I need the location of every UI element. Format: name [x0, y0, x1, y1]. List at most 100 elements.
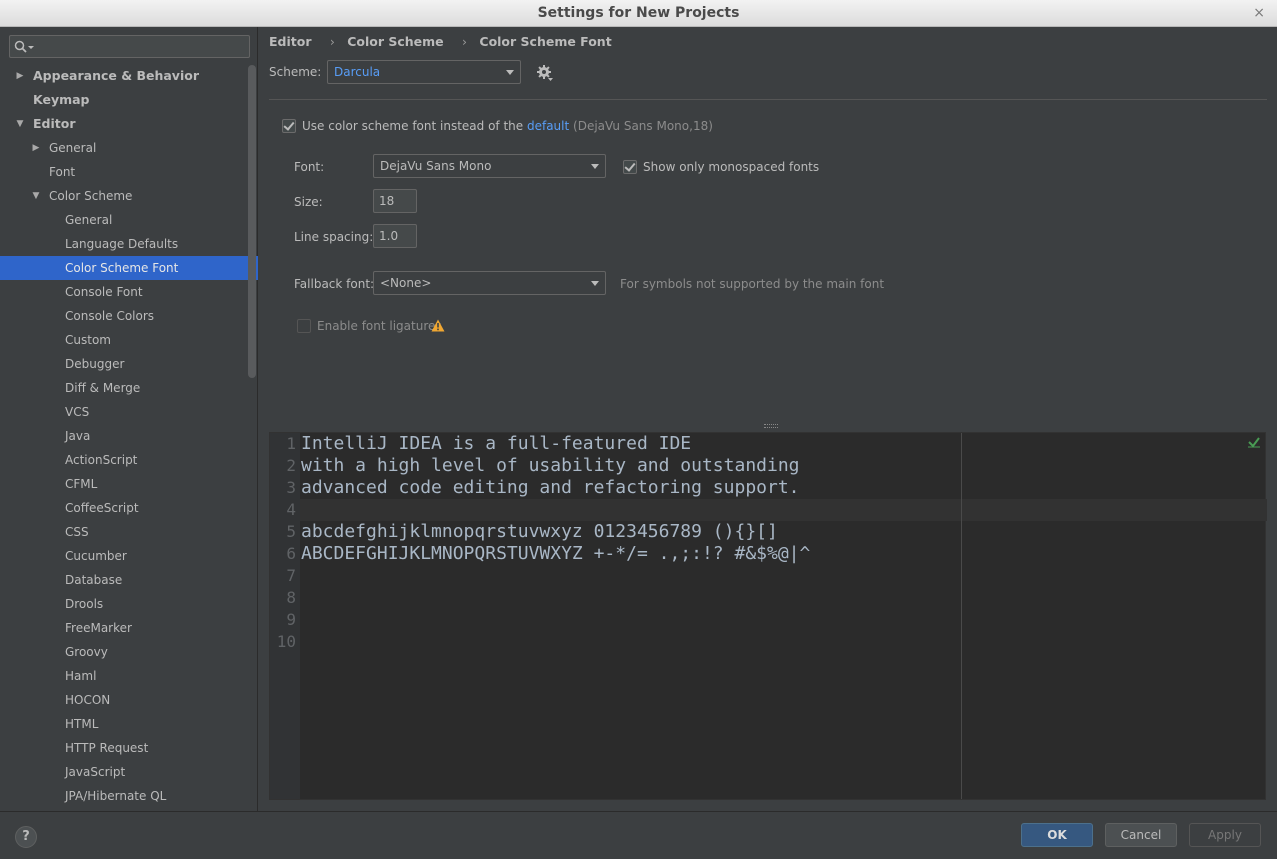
sidebar-item-editor[interactable]: ▼ Editor — [0, 112, 258, 136]
code-line: advanced code editing and refactoring su… — [301, 477, 800, 498]
sidebar-item-label: HOCON — [65, 693, 111, 707]
sidebar-item-label: Diff & Merge — [65, 381, 141, 395]
size-value: 18 — [379, 194, 395, 208]
ok-button[interactable]: OK — [1021, 823, 1093, 847]
chevron-right-icon[interactable]: ▶ — [30, 136, 42, 160]
sidebar-item-appearance-behavior[interactable]: ▶ Appearance & Behavior — [0, 64, 258, 88]
sidebar-item-haml[interactable]: Haml — [0, 664, 258, 688]
use-scheme-font-text: Use color scheme font instead of the — [302, 119, 527, 133]
sidebar-item-label: ActionScript — [65, 453, 138, 467]
sidebar-item-java[interactable]: Java — [0, 424, 258, 448]
sidebar-item-freemarker[interactable]: FreeMarker — [0, 616, 258, 640]
chevron-down-icon[interactable]: ▼ — [30, 184, 42, 208]
main-panel: Editor › Color Scheme › Color Scheme Fon… — [259, 27, 1277, 811]
line-number: 2 — [286, 456, 296, 475]
search-icon — [14, 40, 34, 53]
sidebar-item-hocon[interactable]: HOCON — [0, 688, 258, 712]
help-button[interactable]: ? — [15, 826, 37, 848]
size-input[interactable]: 18 — [373, 189, 417, 213]
sidebar-item-custom[interactable]: Custom — [0, 328, 258, 352]
sidebar-item-label: General — [65, 213, 113, 227]
line-spacing-input[interactable]: 1.0 — [373, 224, 417, 248]
sidebar-item-vcs[interactable]: VCS — [0, 400, 258, 424]
sidebar-item-html[interactable]: HTML — [0, 712, 258, 736]
close-icon[interactable]: × — [1253, 0, 1265, 27]
font-dropdown[interactable]: DejaVu Sans Mono — [373, 154, 606, 178]
fallback-font-label: Fallback font: — [294, 277, 375, 291]
sidebar-item-cfml[interactable]: CFML — [0, 472, 258, 496]
sidebar-item-color-scheme[interactable]: ▼ Color Scheme — [0, 184, 258, 208]
sidebar-item-label: Cucumber — [65, 549, 127, 563]
code-line: IntelliJ IDEA is a full-featured IDE — [301, 433, 692, 454]
sidebar-item-drools[interactable]: Drools — [0, 592, 258, 616]
sidebar-item-label: Drools — [65, 597, 104, 611]
gear-icon[interactable] — [536, 64, 554, 82]
scheme-value: Darcula — [334, 65, 381, 79]
sidebar-item-debugger[interactable]: Debugger — [0, 352, 258, 376]
sidebar-item-label: CFML — [65, 477, 98, 491]
sidebar-item-label: Language Defaults — [65, 237, 179, 251]
sidebar-item-color-scheme-font[interactable]: Color Scheme Font — [0, 256, 258, 280]
chevron-down-icon[interactable]: ▼ — [14, 112, 26, 136]
ligatures-checkbox[interactable] — [297, 319, 311, 333]
sidebar-item-general[interactable]: ▶ General — [0, 136, 258, 160]
sidebar-item-jpa-hibernate-ql[interactable]: JPA/Hibernate QL — [0, 784, 258, 808]
sidebar-item-label: Font — [49, 165, 76, 179]
sidebar: ▶ Appearance & Behavior Keymap ▼ Editor ▶ Gene… — [0, 27, 258, 811]
sidebar-item-keymap[interactable]: Keymap — [0, 88, 258, 112]
sidebar-item-label: Color Scheme Font — [65, 261, 179, 275]
sidebar-item-font[interactable]: Font — [0, 160, 258, 184]
sidebar-item-label: Java — [65, 429, 91, 443]
sidebar-item-database[interactable]: Database — [0, 568, 258, 592]
apply-button[interactable]: Apply — [1189, 823, 1261, 847]
sidebar-item-label: Custom — [65, 333, 111, 347]
font-preview-editor[interactable]: 1 2 3 4 5 6 7 8 9 10 IntelliJ IDEA is a full-feat… — [269, 432, 1267, 800]
cancel-button[interactable]: Cancel — [1105, 823, 1177, 847]
mono-only-label: Show only monospaced fonts — [643, 160, 820, 174]
sidebar-item-label: Color Scheme — [49, 189, 133, 203]
chevron-right-icon[interactable]: ▶ — [14, 64, 26, 88]
window-title: Settings for New Projects — [537, 5, 740, 21]
use-scheme-font-checkbox[interactable] — [282, 119, 296, 133]
sidebar-item-diff-merge[interactable]: Diff & Merge — [0, 376, 258, 400]
right-margin-guide — [961, 433, 962, 799]
sidebar-scrollbar[interactable] — [248, 65, 256, 378]
line-spacing-label: Line spacing: — [294, 230, 374, 244]
default-font-info: (DejaVu Sans Mono,18) — [573, 119, 713, 133]
sidebar-item-console-font[interactable]: Console Font — [0, 280, 258, 304]
sidebar-item-label: HTTP Request — [65, 741, 149, 755]
default-font-link[interactable]: default — [527, 119, 569, 133]
line-number-gutter: 1 2 3 4 5 6 7 8 9 10 — [270, 433, 300, 799]
line-number: 8 — [286, 588, 296, 607]
sidebar-item-actionscript[interactable]: ActionScript — [0, 448, 258, 472]
sidebar-item-label: Appearance & Behavior — [33, 68, 199, 83]
scheme-dropdown[interactable]: Darcula — [327, 60, 521, 84]
sidebar-item-label: CSS — [65, 525, 89, 539]
sidebar-item-css[interactable]: CSS — [0, 520, 258, 544]
bottom-bar: ? OK Cancel Apply — [0, 811, 1277, 859]
sidebar-item-console-colors[interactable]: Console Colors — [0, 304, 258, 328]
search-field[interactable] — [36, 37, 246, 56]
splitter-handle[interactable] — [764, 424, 778, 428]
sidebar-item-coffeescript[interactable]: CoffeeScript — [0, 496, 258, 520]
sidebar-item-general[interactable]: General — [0, 208, 258, 232]
sidebar-item-language-defaults[interactable]: Language Defaults — [0, 232, 258, 256]
check-icon — [1248, 437, 1260, 448]
search-input[interactable] — [9, 35, 250, 58]
font-settings-panel: Use color scheme font instead of the def… — [269, 99, 1267, 451]
line-number: 6 — [286, 544, 296, 563]
font-label: Font: — [294, 160, 325, 174]
font-value: DejaVu Sans Mono — [380, 159, 492, 173]
settings-tree: ▶ Appearance & Behavior Keymap ▼ Editor ▶ Gene… — [0, 64, 258, 808]
sidebar-item-groovy[interactable]: Groovy — [0, 640, 258, 664]
breadcrumb-separator: › — [329, 34, 335, 49]
sidebar-item-javascript[interactable]: JavaScript — [0, 760, 258, 784]
fallback-font-dropdown[interactable]: <None> — [373, 271, 606, 295]
ligatures-label: Enable font ligatures — [317, 319, 442, 333]
sidebar-item-label: JPA/Hibernate QL — [65, 789, 167, 803]
code-line: abcdefghijklmnopqrstuvwxyz 0123456789 ()… — [301, 521, 778, 542]
sidebar-item-label: JavaScript — [65, 765, 126, 779]
sidebar-item-http-request[interactable]: HTTP Request — [0, 736, 258, 760]
sidebar-item-cucumber[interactable]: Cucumber — [0, 544, 258, 568]
mono-only-checkbox[interactable] — [623, 160, 637, 174]
